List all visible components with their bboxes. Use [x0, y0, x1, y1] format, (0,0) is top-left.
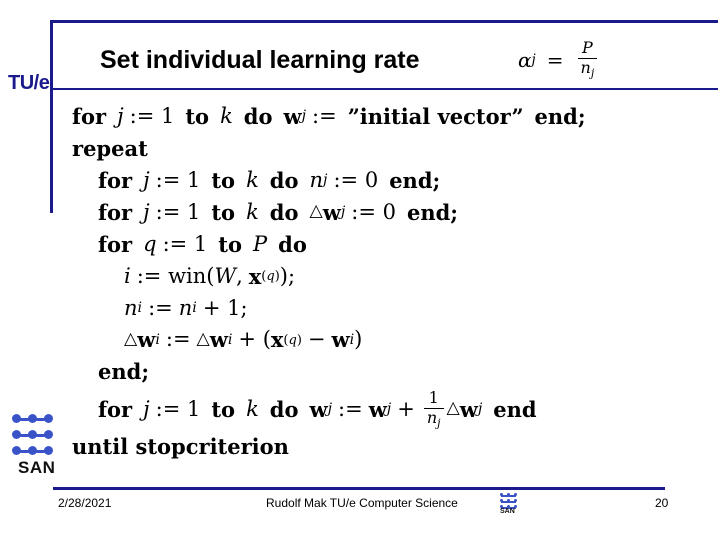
- footer-accent-rule: [53, 487, 665, 490]
- formula-denominator-sub: j: [590, 66, 595, 80]
- algorithm-line-11: until stopcriterion: [72, 434, 289, 460]
- footer-san-logo-text: SAN: [500, 508, 515, 515]
- formula-denominator: n: [580, 58, 591, 78]
- san-logo-text: SAN: [18, 458, 56, 477]
- formula-fraction: P nj: [577, 38, 598, 80]
- page-title: Set individual learning rate: [100, 46, 420, 74]
- san-logo-dots: [12, 414, 68, 458]
- san-logo: SAN: [8, 412, 72, 484]
- formula-alpha: α: [518, 47, 532, 72]
- footer-page-number: 20: [655, 496, 669, 510]
- formula-numerator: P: [581, 38, 593, 57]
- algorithm-line-3: for j:= 1 to k do n j:= 0 end;: [98, 167, 441, 193]
- algorithm-block: for j:= 1 to k do w j:= ”initial vector” end; re…: [72, 103, 672, 465]
- title-underline-rule: [53, 88, 718, 90]
- algorithm-line-8: △ w i:= △ w i + (x (q) − w i): [124, 327, 363, 353]
- footer-san-logo: SAN: [497, 492, 521, 518]
- title-formula: αj = P nj: [518, 38, 600, 80]
- algorithm-line-5: for q:= 1 to Pdo: [98, 231, 307, 257]
- algorithm-line-9: end;: [98, 359, 150, 385]
- algorithm-line-10: for j:= 1 to k do w j:= w j +1 nj △ w j end: [98, 388, 537, 430]
- footer-date: 2/28/2021: [58, 496, 112, 510]
- formula-equals: =: [546, 47, 564, 72]
- algorithm-line-4: for j:= 1 to k do △ w j:= 0 end;: [98, 199, 459, 225]
- formula-alpha-sub: j: [531, 51, 536, 68]
- algorithm-line-7: n i:= n i + 1;: [124, 295, 248, 320]
- algorithm-line-6: i:= win(W, x (q));: [124, 263, 296, 289]
- algorithm-line-2: repeat: [72, 135, 148, 161]
- tue-logo: TU/e: [8, 72, 50, 94]
- algorithm-line-1: for j:= 1 to k do w j:= ”initial vector” end;: [72, 104, 586, 129]
- left-accent-rule: [50, 20, 53, 213]
- footer-center-text: Rudolf Mak TU/e Computer Science: [266, 496, 458, 510]
- top-accent-rule: [50, 20, 718, 23]
